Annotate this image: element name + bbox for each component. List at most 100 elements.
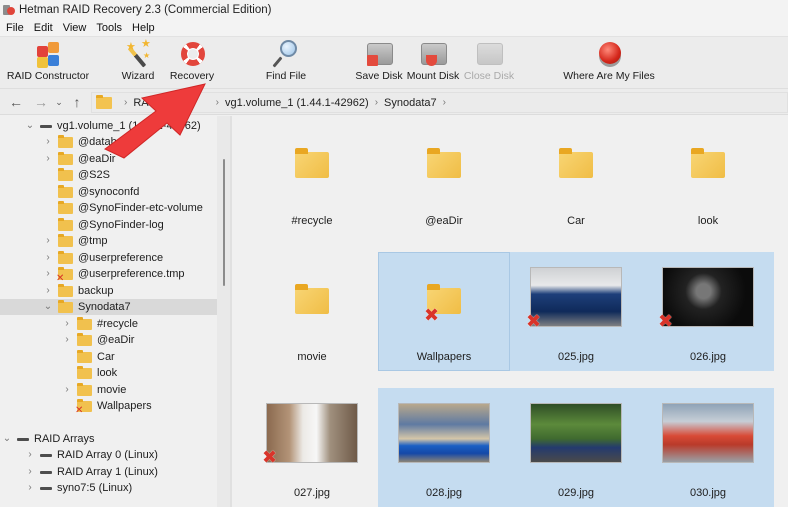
- tree-item-raid-arrays[interactable]: ⌄ RAID Arrays: [0, 431, 217, 447]
- tree-item[interactable]: Car: [0, 349, 217, 365]
- tree-item[interactable]: ✕ Wallpapers: [0, 398, 217, 416]
- image-tile[interactable]: ✖ 025.jpg: [510, 252, 642, 371]
- tree-scrollbar[interactable]: [217, 116, 230, 507]
- recovery-button[interactable]: Recovery: [170, 39, 214, 87]
- close-disk-button[interactable]: Close Disk: [464, 39, 514, 87]
- tree-item[interactable]: › @eaDir: [0, 332, 217, 348]
- breadcrumb-volume[interactable]: vg1.volume_1 (1.44.1-42962): [225, 97, 369, 109]
- window-title: Hetman RAID Recovery 2.3 (Commercial Edi…: [19, 4, 272, 16]
- tree-item-volume[interactable]: ⌄ vg1.volume_1 (1.44.1-42962): [0, 118, 217, 134]
- up-arrow-icon[interactable]: ↑: [69, 94, 85, 110]
- path-breadcrumb[interactable]: › RAID › vg1.volume_1 (1.44.1-42962) › S…: [91, 92, 788, 113]
- folder-tile[interactable]: #recycle: [246, 116, 378, 235]
- folder-tile[interactable]: movie: [246, 252, 378, 371]
- history-chevron-down-icon[interactable]: ⌄: [51, 94, 67, 110]
- tree-item-label: RAID Array 1 (Linux): [57, 465, 158, 478]
- image-tile[interactable]: ✖ 027.jpg: [246, 388, 378, 507]
- chevron-right-icon[interactable]: ›: [43, 250, 53, 266]
- chevron-right-icon[interactable]: ›: [443, 97, 446, 108]
- tree-item[interactable]: look: [0, 365, 217, 381]
- tree-item-raid-array[interactable]: › syno7:5 (Linux): [0, 480, 217, 496]
- tree-item[interactable]: @S2S: [0, 167, 217, 183]
- chevron-right-icon[interactable]: ›: [62, 382, 72, 398]
- tree-item[interactable]: › @database: [0, 134, 217, 150]
- find-file-button[interactable]: Find File: [265, 39, 307, 87]
- where-are-my-files-button[interactable]: Where Are My Files: [563, 39, 655, 87]
- folder-tile[interactable]: look: [642, 116, 774, 235]
- file-grid: #recycle @eaDir Car look movie ✖ Wallpapers ✖ 02…: [232, 116, 788, 507]
- chevron-right-icon[interactable]: ›: [43, 266, 53, 282]
- forward-arrow-icon[interactable]: →: [33, 94, 49, 110]
- file-name: Wallpapers: [416, 351, 472, 363]
- chevron-right-icon[interactable]: ›: [43, 134, 53, 150]
- tree-item-label: @tmp: [78, 235, 108, 247]
- tree-scrollbar-thumb[interactable]: [223, 159, 225, 286]
- image-tile[interactable]: 030.jpg: [642, 388, 774, 507]
- tree-item[interactable]: @SynoFinder-log: [0, 217, 217, 233]
- chevron-right-icon[interactable]: ›: [62, 316, 72, 332]
- tree-item[interactable]: › ✕ @userpreference.tmp: [0, 266, 217, 284]
- file-name: @eaDir: [425, 215, 463, 227]
- folder-icon: [96, 94, 112, 109]
- folder-icon: [58, 250, 73, 264]
- tree-item[interactable]: @SynoFinder-etc-volume: [0, 200, 217, 216]
- image-thumbnail: [398, 403, 490, 463]
- tree-item[interactable]: › @userpreference: [0, 250, 217, 266]
- menu-tools[interactable]: Tools: [96, 22, 122, 34]
- tree-item-raid-array[interactable]: › RAID Array 1 (Linux): [0, 464, 217, 480]
- breadcrumb-raid[interactable]: RAID: [133, 97, 159, 109]
- raid-constructor-button[interactable]: RAID Constructor: [7, 39, 89, 87]
- tree-item-label: @eaDir: [97, 334, 135, 346]
- image-tile[interactable]: 028.jpg: [378, 388, 510, 507]
- tree-item-label: vg1.volume_1 (1.44.1-42962): [57, 120, 201, 132]
- wizard-button[interactable]: ★ ★ ★ Wizard: [118, 39, 158, 87]
- tree-item[interactable]: › @eaDir: [0, 151, 217, 167]
- tree-item-raid-array[interactable]: › RAID Array 0 (Linux): [0, 447, 217, 463]
- chevron-right-icon[interactable]: ›: [43, 233, 53, 249]
- folder-icon: [58, 217, 73, 231]
- tree-item[interactable]: › movie: [0, 382, 217, 398]
- image-tile[interactable]: ✖ 026.jpg: [642, 252, 774, 371]
- folder-tile[interactable]: Car: [510, 116, 642, 235]
- chevron-down-icon[interactable]: ⌄: [43, 302, 53, 312]
- mount-disk-button[interactable]: Mount Disk: [406, 39, 460, 87]
- chevron-right-icon[interactable]: ›: [43, 151, 53, 167]
- deleted-mark-icon: ✖: [658, 311, 674, 331]
- image-tile[interactable]: 029.jpg: [510, 388, 642, 507]
- tree-item[interactable]: › backup: [0, 283, 217, 299]
- chevron-right-icon[interactable]: ›: [25, 447, 35, 463]
- chevron-right-icon[interactable]: ›: [25, 464, 35, 480]
- folder-icon: [58, 201, 73, 214]
- folder-icon: [77, 366, 92, 379]
- title-bar: Hetman RAID Recovery 2.3 (Commercial Edi…: [0, 0, 788, 20]
- deleted-mark-icon: ✖: [526, 311, 542, 331]
- chevron-right-icon[interactable]: ›: [25, 480, 35, 496]
- chevron-down-icon[interactable]: ⌄: [2, 434, 12, 444]
- chevron-right-icon[interactable]: ›: [43, 283, 53, 299]
- folder-icon: [58, 168, 73, 181]
- chevron-right-icon[interactable]: ›: [62, 332, 72, 348]
- menu-file[interactable]: File: [6, 22, 24, 34]
- file-name: 030.jpg: [689, 487, 727, 499]
- menu-help[interactable]: Help: [132, 22, 155, 34]
- chevron-down-icon[interactable]: ⌄: [25, 121, 35, 131]
- tree-item[interactable]: @synoconfd: [0, 184, 217, 200]
- tree-item[interactable]: ⌄ Synodata7: [0, 299, 217, 315]
- save-disk-button[interactable]: Save Disk: [355, 39, 403, 87]
- menu-edit[interactable]: Edit: [34, 22, 53, 34]
- tree-item-label: @userpreference.tmp: [78, 268, 185, 280]
- breadcrumb-synodata7[interactable]: Synodata7: [384, 97, 437, 109]
- back-arrow-icon[interactable]: ←: [8, 94, 24, 110]
- file-name: 028.jpg: [425, 487, 463, 499]
- save-disk-icon: [364, 39, 394, 69]
- tree-item[interactable]: › @tmp: [0, 233, 217, 249]
- folder-tile[interactable]: ✖ Wallpapers: [378, 252, 510, 371]
- folder-icon: [77, 316, 92, 330]
- tree-item[interactable]: › #recycle: [0, 316, 217, 332]
- menu-view[interactable]: View: [63, 22, 87, 34]
- deleted-mark-icon: ✖: [424, 305, 440, 325]
- image-thumbnail: [530, 403, 622, 463]
- drive-icon: [17, 438, 29, 441]
- folder-tile[interactable]: @eaDir: [378, 116, 510, 235]
- folder-tree: ⌄ vg1.volume_1 (1.44.1-42962) › @database › @…: [0, 116, 230, 507]
